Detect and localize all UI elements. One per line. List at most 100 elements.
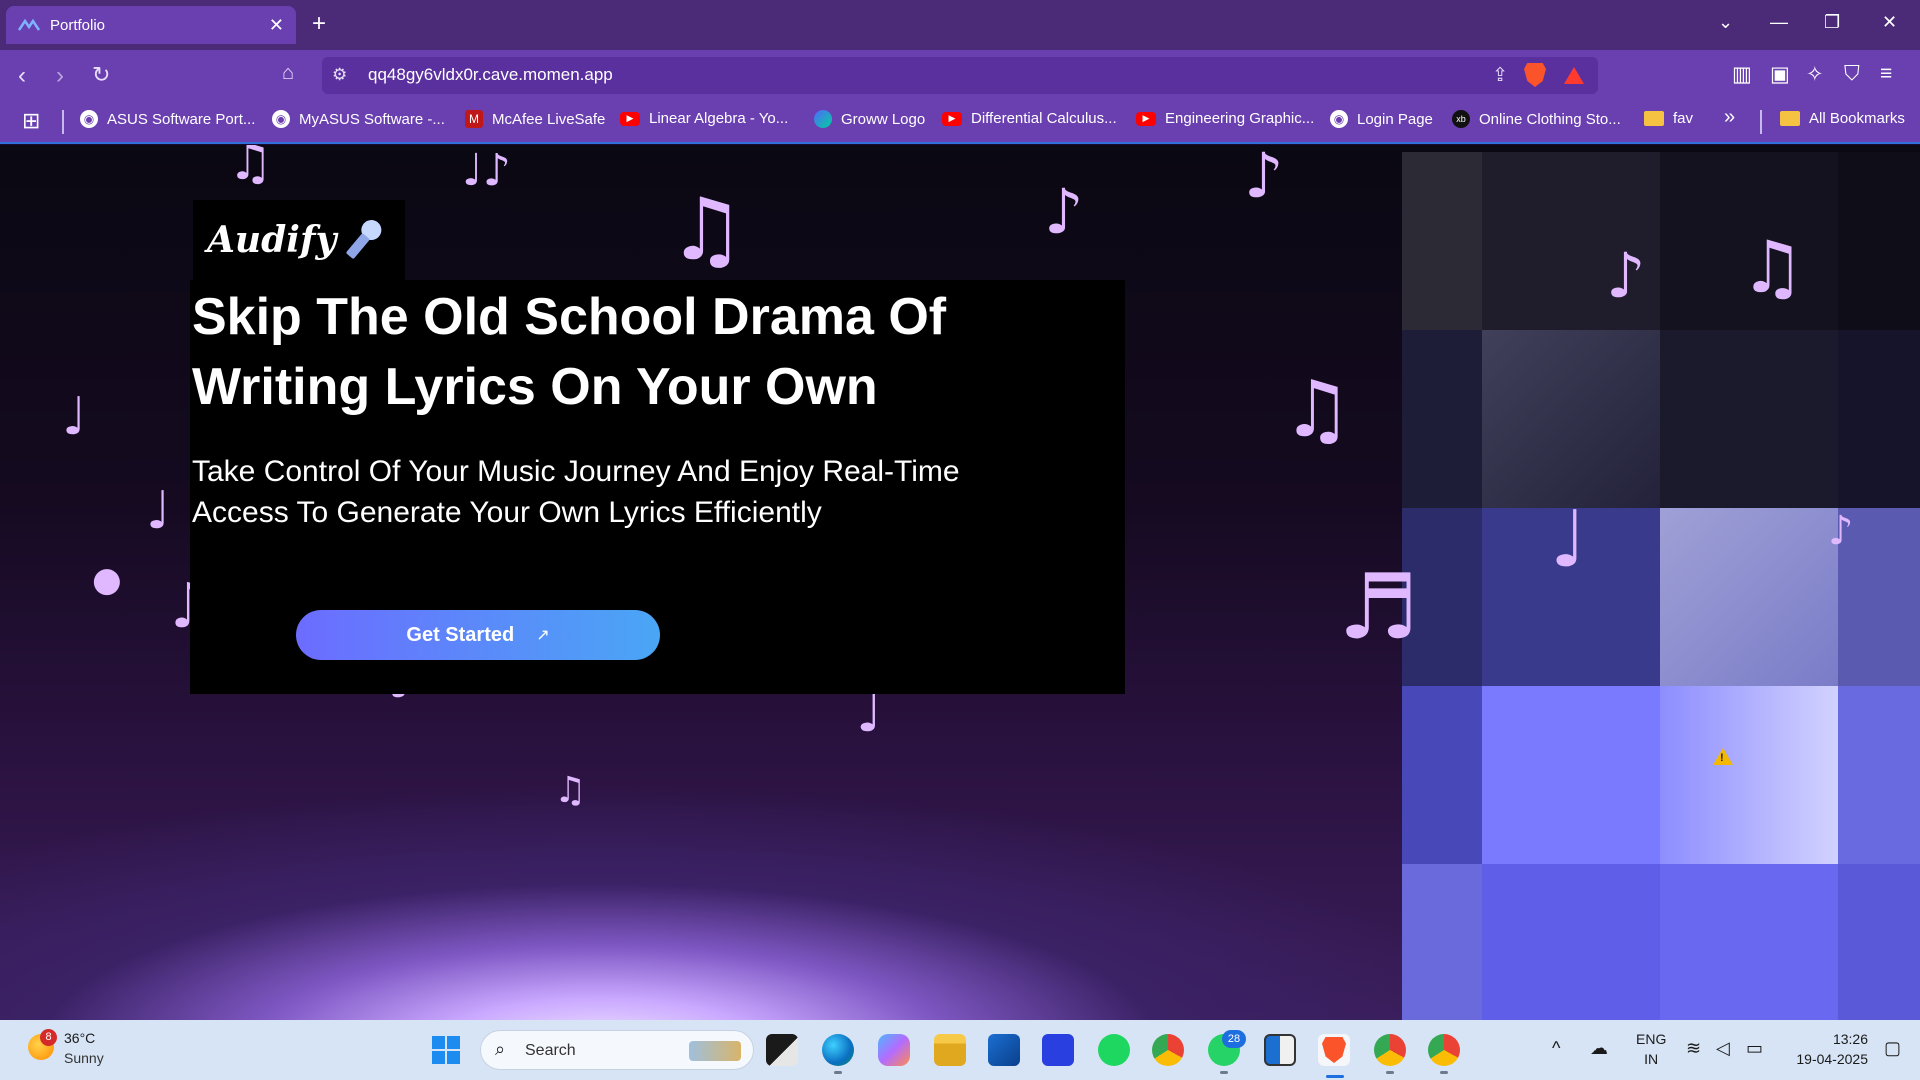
brave-taskbar-icon[interactable]: [1318, 1034, 1350, 1066]
chrome-icon[interactable]: [1152, 1034, 1184, 1066]
pixel-grid-panel: [1402, 152, 1920, 1020]
globe-icon: ◉: [80, 110, 98, 128]
chrome-profile-icon[interactable]: [1374, 1034, 1406, 1066]
notifications-icon[interactable]: ▢: [1884, 1038, 1901, 1059]
bookmark-mcafee[interactable]: M McAfee LiveSafe: [465, 110, 605, 128]
edge-icon[interactable]: [822, 1034, 854, 1066]
reload-button[interactable]: ↻: [92, 62, 110, 88]
minimize-button[interactable]: —: [1770, 12, 1788, 33]
tab-close-icon[interactable]: ✕: [269, 15, 284, 36]
file-explorer-icon[interactable]: [934, 1034, 966, 1066]
browser-toolbar: ‹ › ↻ ⌂ ⚙ qq48gy6vldx0r.cave.momen.app ⇪…: [0, 50, 1920, 100]
clock-time: 13:26: [1832, 1031, 1868, 1047]
bookmark-groww[interactable]: Groww Logo: [814, 110, 925, 128]
menu-icon[interactable]: ≡: [1880, 62, 1892, 86]
tab-search-chevron-icon[interactable]: ⌄: [1718, 12, 1733, 33]
momen-app-icon[interactable]: [1042, 1034, 1074, 1066]
chrome-profile-2-icon[interactable]: [1428, 1034, 1460, 1066]
audify-logo[interactable]: Audify: [193, 200, 405, 280]
new-tab-button[interactable]: +: [312, 10, 326, 38]
music-note-icon: ♪: [1828, 508, 1854, 554]
bookmark-linear-algebra[interactable]: ▶ Linear Algebra - Yo...: [620, 110, 788, 127]
bookmark-online-clothing[interactable]: xb Online Clothing Sto...: [1452, 110, 1621, 128]
bookmarks-overflow-button[interactable]: »: [1724, 106, 1735, 129]
globe-icon: ◉: [1330, 110, 1348, 128]
logo-text: Audify: [207, 219, 337, 261]
remote-desktop-icon[interactable]: [1264, 1034, 1296, 1066]
get-started-label: Get Started: [406, 623, 515, 646]
music-note-icon: ●: [92, 560, 122, 600]
forward-button[interactable]: ›: [56, 62, 64, 90]
spotify-icon[interactable]: [1098, 1034, 1130, 1066]
brave-shields-icon[interactable]: [1524, 63, 1546, 87]
restore-button[interactable]: ❐: [1824, 12, 1840, 33]
taskbar-search[interactable]: ⌕ Search: [480, 1030, 754, 1070]
sidebar-toggle-icon[interactable]: ▥: [1732, 62, 1752, 87]
bookmark-folder-fav[interactable]: fav: [1644, 110, 1693, 127]
leo-ai-icon[interactable]: ✧: [1806, 62, 1824, 87]
vpn-shield-icon[interactable]: ⛉: [1844, 62, 1860, 86]
all-bookmarks-button[interactable]: All Bookmarks: [1780, 110, 1905, 127]
youtube-icon: ▶: [1136, 111, 1156, 126]
start-button[interactable]: [432, 1036, 460, 1064]
get-started-button[interactable]: Get Started ↗: [296, 610, 660, 660]
back-button[interactable]: ‹: [18, 62, 26, 90]
bookmark-asus-software[interactable]: ◉ ASUS Software Port...: [80, 110, 255, 128]
bookmark-differential-calculus[interactable]: ▶ Differential Calculus...: [942, 110, 1117, 127]
show-hidden-icons-chevron-icon[interactable]: ^: [1552, 1038, 1560, 1059]
bookmark-myasus[interactable]: ◉ MyASUS Software -...: [272, 110, 445, 128]
apps-grid-icon[interactable]: ⊞: [22, 108, 40, 134]
wallet-icon[interactable]: ▣: [1770, 62, 1790, 87]
music-note-icon: ♫: [554, 770, 587, 811]
bookmarks-divider: [62, 110, 64, 134]
running-indicator: [1386, 1071, 1394, 1074]
weather-temperature: 36°C: [64, 1030, 96, 1046]
music-note-icon: ♫: [668, 180, 746, 280]
volume-icon[interactable]: ◁: [1716, 1038, 1730, 1059]
chevron-double-right-icon: »: [1724, 106, 1736, 128]
music-note-icon: ♪: [1606, 239, 1646, 312]
url-text[interactable]: qq48gy6vldx0r.cave.momen.app: [368, 65, 613, 85]
clock[interactable]: 13:26 19-04-2025: [1788, 1029, 1868, 1069]
music-note-icon: ♫: [1740, 225, 1805, 309]
music-note-icon: ♪: [1044, 175, 1084, 248]
hero-title: Skip The Old School Drama Of Writing Lyr…: [192, 288, 947, 416]
music-note-icon: ♩♪: [462, 145, 511, 196]
tab-portfolio[interactable]: Portfolio ✕: [6, 6, 296, 44]
battery-icon[interactable]: ▭: [1746, 1038, 1763, 1059]
bookmark-label: Online Clothing Sto...: [1479, 110, 1621, 128]
brave-rewards-icon[interactable]: [1564, 67, 1584, 84]
running-indicator: [834, 1071, 842, 1074]
input-language[interactable]: ENG IN: [1636, 1029, 1666, 1069]
language-code: ENG: [1636, 1031, 1667, 1047]
bookmark-engineering-graphics[interactable]: ▶ Engineering Graphic...: [1136, 110, 1314, 127]
onedrive-icon[interactable]: ☁: [1590, 1038, 1608, 1059]
bookmarks-divider: [1760, 110, 1762, 134]
wifi-icon[interactable]: ≋: [1686, 1038, 1701, 1059]
all-bookmarks-label: All Bookmarks: [1809, 110, 1905, 127]
microphone-icon: [340, 215, 386, 264]
task-view-icon[interactable]: [766, 1034, 798, 1066]
bookmark-page-icon[interactable]: ⌂: [282, 62, 294, 85]
xb-icon: xb: [1452, 110, 1470, 128]
running-indicator: [1440, 1071, 1448, 1074]
weather-badge: 8: [40, 1029, 57, 1046]
bookmark-label: MyASUS Software -...: [299, 110, 445, 128]
bookmark-label: Groww Logo: [841, 110, 926, 128]
site-settings-icon[interactable]: ⚙: [332, 65, 347, 85]
share-icon[interactable]: ⇪: [1492, 64, 1508, 87]
folder-icon: [1780, 111, 1800, 126]
music-note-icon: ♪: [1244, 145, 1284, 212]
active-indicator: [1326, 1075, 1344, 1078]
address-bar[interactable]: ⚙ qq48gy6vldx0r.cave.momen.app ⇪: [322, 57, 1598, 94]
microsoft-store-icon[interactable]: [988, 1034, 1020, 1066]
bookmark-label: McAfee LiveSafe: [492, 110, 606, 128]
windows-taskbar: 8 36°C Sunny ⌕ Search 28 ^ ☁ ENG IN ≋ ◁ …: [0, 1020, 1920, 1080]
copilot-icon[interactable]: [878, 1034, 910, 1066]
webpage-viewport: ♫ ♩♪ ♫ ♪ ♪ ♪ ♫ ♩ ♫ ♩ ♫ ● ♫ ♫ ♬ ♩ ♪ ♪ ♩ ♫…: [0, 145, 1920, 1020]
clock-date: 19-04-2025: [1796, 1051, 1868, 1067]
bookmark-label: fav: [1673, 110, 1694, 127]
bookmark-login-page[interactable]: ◉ Login Page: [1330, 110, 1433, 128]
close-window-button[interactable]: ✕: [1882, 12, 1897, 33]
music-note-icon: ♫: [228, 145, 273, 191]
